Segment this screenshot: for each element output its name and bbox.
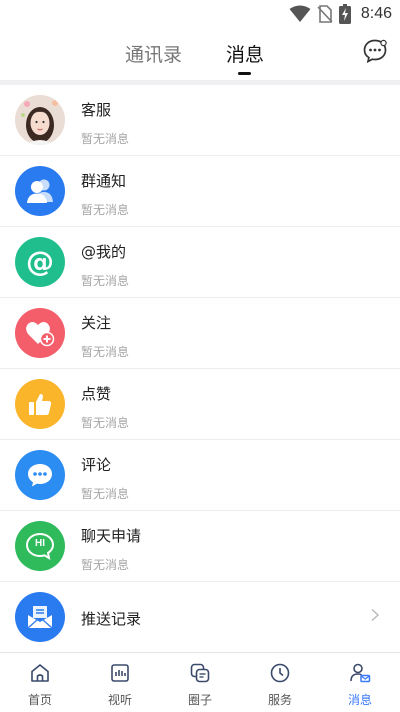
item-title: 群通知: [81, 172, 127, 190]
item-title: 客服: [81, 101, 112, 119]
message-list: 客服 暂无消息 群通知 暂无消息 @ @我的 暂无消息 关注 暂无消息 点赞 暂…: [0, 85, 400, 652]
item-subtitle: 暂无消息: [81, 416, 130, 430]
nav-circle[interactable]: 圈子: [160, 653, 240, 712]
nav-label: 圈子: [187, 693, 212, 707]
wifi-icon: [289, 5, 311, 22]
list-item-likes[interactable]: 点赞 暂无消息: [0, 369, 400, 440]
chat-bubble-icon[interactable]: [362, 38, 388, 64]
message-icon: [350, 663, 371, 683]
at-sign-icon: @: [15, 237, 65, 287]
list-item-chat-request[interactable]: HI 聊天申请 暂无消息: [0, 511, 400, 582]
nav-messages[interactable]: 消息: [320, 653, 400, 712]
home-icon: [31, 664, 49, 682]
battery-charging-icon: [338, 4, 351, 24]
tab-messages[interactable]: 消息: [226, 40, 264, 67]
item-title: 聊天申请: [81, 527, 142, 545]
nav-service[interactable]: 服务: [240, 653, 320, 712]
item-subtitle: 暂无消息: [81, 345, 130, 359]
customer-service-avatar: [15, 95, 65, 145]
list-item-push-records[interactable]: 推送记录: [0, 582, 400, 652]
item-subtitle: 暂无消息: [81, 558, 130, 572]
list-item-group-notice[interactable]: 群通知 暂无消息: [0, 156, 400, 227]
active-tab-indicator: [238, 72, 251, 75]
chat-request-icon: HI: [15, 521, 65, 571]
status-icons: 8:46: [289, 3, 392, 25]
chat-request-icon-text: HI: [35, 538, 45, 549]
comment-icon: [15, 450, 65, 500]
media-icon: [111, 664, 129, 682]
nav-label: 视听: [107, 693, 132, 707]
tab-contacts[interactable]: 通讯录: [125, 40, 182, 67]
list-item-customer-service[interactable]: 客服 暂无消息: [0, 85, 400, 156]
item-subtitle: 暂无消息: [81, 132, 130, 146]
list-item-mentions[interactable]: @ @我的 暂无消息: [0, 227, 400, 298]
header: 通讯录 消息: [0, 28, 400, 80]
item-title: 点赞: [81, 385, 112, 403]
list-item-follow[interactable]: 关注 暂无消息: [0, 298, 400, 369]
nav-label: 首页: [27, 693, 52, 707]
list-item-comments[interactable]: 评论 暂无消息: [0, 440, 400, 511]
item-title: @我的: [81, 243, 127, 261]
item-title: 关注: [81, 314, 112, 332]
item-title: 推送记录: [81, 610, 142, 628]
item-title: 评论: [81, 456, 112, 474]
nav-label: 消息: [347, 693, 372, 707]
no-sim-icon: [317, 5, 333, 23]
bottom-nav: 首页 视听 圈子 服务 消息: [0, 652, 400, 712]
item-subtitle: 暂无消息: [81, 487, 130, 501]
nav-home[interactable]: 首页: [0, 653, 80, 712]
status-time: 8:46: [360, 5, 392, 22]
thumbs-up-icon: [15, 379, 65, 429]
circle-icon: [190, 663, 210, 683]
status-bar: 8:46: [0, 0, 400, 28]
clock-icon: [270, 663, 290, 683]
nav-media[interactable]: 视听: [80, 653, 160, 712]
push-record-icon: [15, 592, 65, 642]
heart-plus-icon: [15, 308, 65, 358]
chevron-right-icon: [371, 608, 380, 622]
group-icon: [15, 166, 65, 216]
item-subtitle: 暂无消息: [81, 203, 130, 217]
item-subtitle: 暂无消息: [81, 274, 130, 288]
nav-label: 服务: [267, 693, 292, 707]
